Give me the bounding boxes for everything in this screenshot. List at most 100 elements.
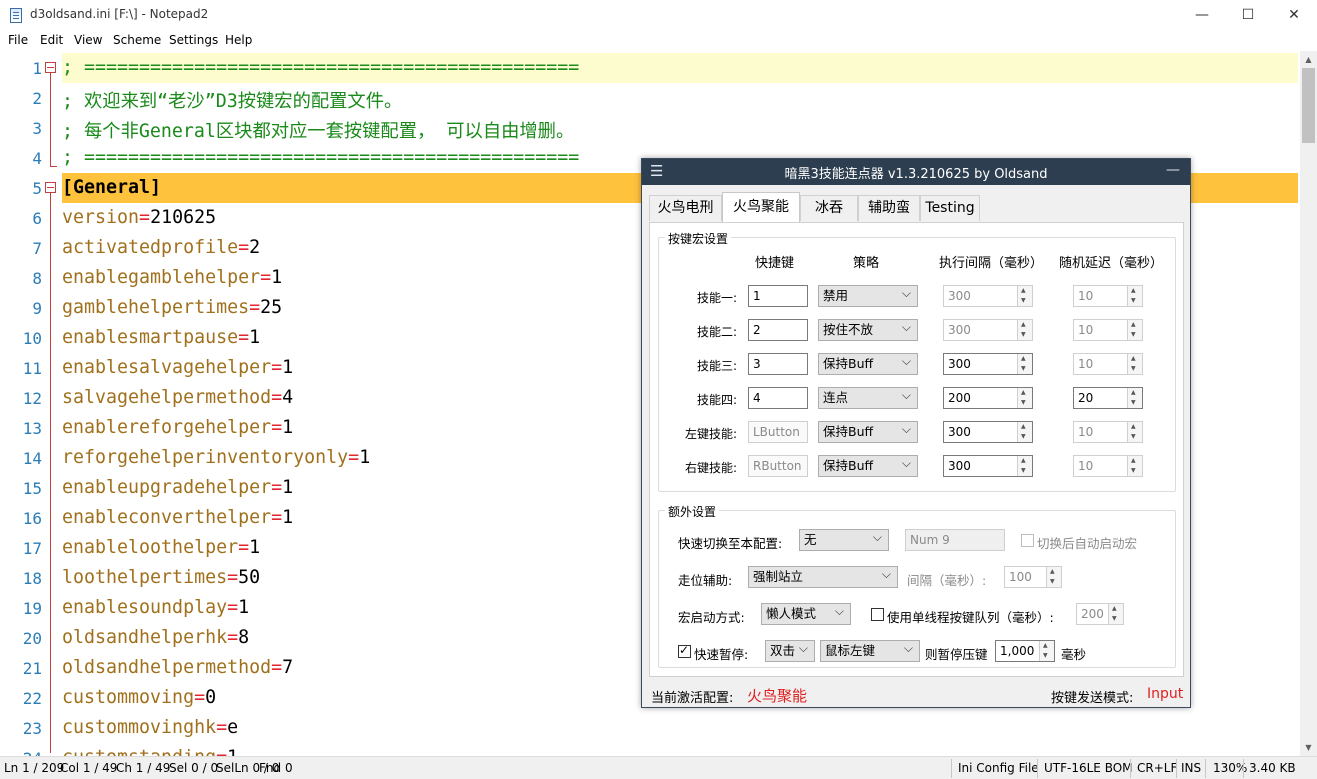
code-line[interactable]: customstanding=1	[62, 747, 238, 756]
strategy-select[interactable]: 保持Buff	[818, 351, 918, 375]
random-delay-spinner[interactable]: 10	[1073, 421, 1143, 443]
random-delay-spinner[interactable]: 10	[1073, 319, 1143, 341]
fold-toggle-icon[interactable]	[45, 62, 56, 73]
quick-pause-ms-spinner[interactable]: 1,000	[995, 640, 1055, 662]
spinner-arrows-icon[interactable]	[1017, 456, 1032, 476]
strategy-select[interactable]: 禁用	[818, 283, 918, 307]
scroll-up-arrow-icon[interactable]: ▲	[1300, 51, 1317, 68]
code-line[interactable]: loothelpertimes=50	[62, 567, 260, 588]
code-line[interactable]: custommoving=0	[62, 687, 216, 708]
code-line[interactable]: reforgehelperinventoryonly=1	[62, 447, 370, 468]
code-line[interactable]: enablesoundplay=1	[62, 597, 249, 618]
spinner-arrows-icon[interactable]	[1017, 354, 1032, 374]
dialog-titlebar[interactable]: ☰ 暗黑3技能连点器 v1.3.210625 by Oldsand —	[642, 159, 1190, 185]
single-thread-spinner[interactable]: 200	[1076, 603, 1124, 625]
menu-edit[interactable]: Edit	[40, 33, 63, 47]
tab-support-barb[interactable]: 辅助蛮	[858, 195, 920, 221]
code-line[interactable]: enableupgradehelper=1	[62, 477, 293, 498]
code-line[interactable]: [General]	[62, 177, 161, 198]
code-line[interactable]: version=210625	[62, 207, 216, 228]
spinner-arrows-icon[interactable]	[1108, 604, 1123, 624]
quick-switch-key-field[interactable]: Num 9	[905, 529, 1005, 551]
status-encoding[interactable]: UTF-16LE BOM	[1044, 761, 1133, 775]
status-scheme[interactable]: Ini Config File	[958, 761, 1039, 775]
code-line[interactable]: enablesmartpause=1	[62, 327, 260, 348]
strategy-select[interactable]: 保持Buff	[818, 419, 918, 443]
spinner-arrows-icon[interactable]	[1017, 422, 1032, 442]
menu-view[interactable]: View	[74, 33, 102, 47]
hotkey-field[interactable]: 1	[748, 285, 808, 307]
dialog-minimize-button[interactable]: —	[1166, 162, 1180, 178]
code-line[interactable]: enableloothelper=1	[62, 537, 260, 558]
random-delay-spinner[interactable]: 20	[1073, 387, 1143, 409]
menu-help[interactable]: Help	[225, 33, 252, 47]
interval-spinner[interactable]: 300	[943, 455, 1033, 477]
code-line[interactable]: gamblehelpertimes=25	[62, 297, 282, 318]
maximize-button[interactable]: ☐	[1225, 0, 1271, 31]
quick-pause-button-select[interactable]: 鼠标左键	[820, 638, 920, 662]
spinner-arrows-icon[interactable]	[1127, 354, 1142, 374]
interval-spinner[interactable]: 300	[943, 421, 1033, 443]
menu-scheme[interactable]: Scheme	[113, 33, 161, 47]
strategy-select[interactable]: 按住不放	[818, 317, 918, 341]
spinner-arrows-icon[interactable]	[1127, 456, 1142, 476]
code-line[interactable]: activatedprofile=2	[62, 237, 260, 258]
start-mode-select[interactable]: 懒人模式	[761, 601, 851, 625]
spinner-arrows-icon[interactable]	[1127, 286, 1142, 306]
spinner-arrows-icon[interactable]	[1127, 388, 1142, 408]
menu-settings[interactable]: Settings	[169, 33, 218, 47]
menu-file[interactable]: File	[8, 33, 28, 47]
walk-assist-select[interactable]: 强制站立	[748, 564, 898, 588]
code-line[interactable]: ; ======================================…	[62, 147, 579, 168]
hotkey-field[interactable]: RButton	[748, 455, 808, 477]
quick-pause-checkbox[interactable]	[678, 643, 691, 658]
interval-spinner[interactable]: 200	[943, 387, 1033, 409]
code-line[interactable]: ; ======================================…	[62, 57, 579, 78]
interval-spinner[interactable]: 300	[943, 353, 1033, 375]
interval-spinner[interactable]: 300	[943, 285, 1033, 307]
spinner-arrows-icon[interactable]	[1017, 320, 1032, 340]
spinner-arrows-icon[interactable]	[1127, 422, 1142, 442]
tab-firebird-focus[interactable]: 火鸟聚能	[722, 192, 800, 222]
code-line[interactable]: enablegamblehelper=1	[62, 267, 282, 288]
code-line[interactable]: ; 欢迎来到“老沙”D3按键宏的配置文件。	[62, 87, 402, 113]
quick-switch-select[interactable]: 无	[799, 527, 889, 551]
spinner-arrows-icon[interactable]	[1017, 286, 1032, 306]
code-line[interactable]: oldsandhelpermethod=7	[62, 657, 293, 678]
code-line[interactable]: oldsandhelperhk=8	[62, 627, 249, 648]
status-ins[interactable]: INS	[1181, 761, 1201, 775]
code-line[interactable]: enablereforgehelper=1	[62, 417, 293, 438]
strategy-select[interactable]: 连点	[818, 385, 918, 409]
status-eol[interactable]: CR+LF	[1137, 761, 1177, 775]
close-button[interactable]: ✕	[1271, 0, 1317, 31]
quick-pause-trigger-select[interactable]: 双击	[765, 638, 815, 662]
spinner-arrows-icon[interactable]	[1039, 641, 1054, 661]
code-line[interactable]: custommovinghk=e	[62, 717, 238, 738]
tab-firebird-shock[interactable]: 火鸟电刑	[649, 195, 722, 221]
interval-spinner[interactable]: 300	[943, 319, 1033, 341]
hotkey-field[interactable]: 3	[748, 353, 808, 375]
walk-interval-spinner[interactable]: 100	[1004, 566, 1062, 588]
spinner-arrows-icon[interactable]	[1017, 388, 1032, 408]
code-line[interactable]: enableconverthelper=1	[62, 507, 293, 528]
hotkey-field[interactable]: LButton	[748, 421, 808, 443]
fold-toggle-icon[interactable]	[45, 182, 56, 193]
scroll-down-arrow-icon[interactable]: ▼	[1300, 739, 1317, 756]
random-delay-spinner[interactable]: 10	[1073, 353, 1143, 375]
hotkey-field[interactable]: 2	[748, 319, 808, 341]
code-line[interactable]: enablesalvagehelper=1	[62, 357, 293, 378]
auto-start-checkbox[interactable]	[1021, 534, 1034, 547]
code-line[interactable]: ; 每个非General区块都对应一套按键配置， 可以自由增删。	[62, 117, 574, 143]
spinner-arrows-icon[interactable]	[1046, 567, 1061, 587]
single-thread-checkbox[interactable]	[871, 608, 884, 621]
scrollbar-thumb[interactable]	[1302, 68, 1315, 143]
spinner-arrows-icon[interactable]	[1127, 320, 1142, 340]
minimize-button[interactable]: —	[1179, 0, 1225, 31]
strategy-select[interactable]: 保持Buff	[818, 453, 918, 477]
hotkey-field[interactable]: 4	[748, 387, 808, 409]
random-delay-spinner[interactable]: 10	[1073, 455, 1143, 477]
code-line[interactable]: salvagehelpermethod=4	[62, 387, 293, 408]
tab-ice-swallow[interactable]: 冰吞	[800, 195, 858, 221]
vertical-scrollbar[interactable]: ▲ ▼	[1300, 51, 1317, 756]
random-delay-spinner[interactable]: 10	[1073, 285, 1143, 307]
